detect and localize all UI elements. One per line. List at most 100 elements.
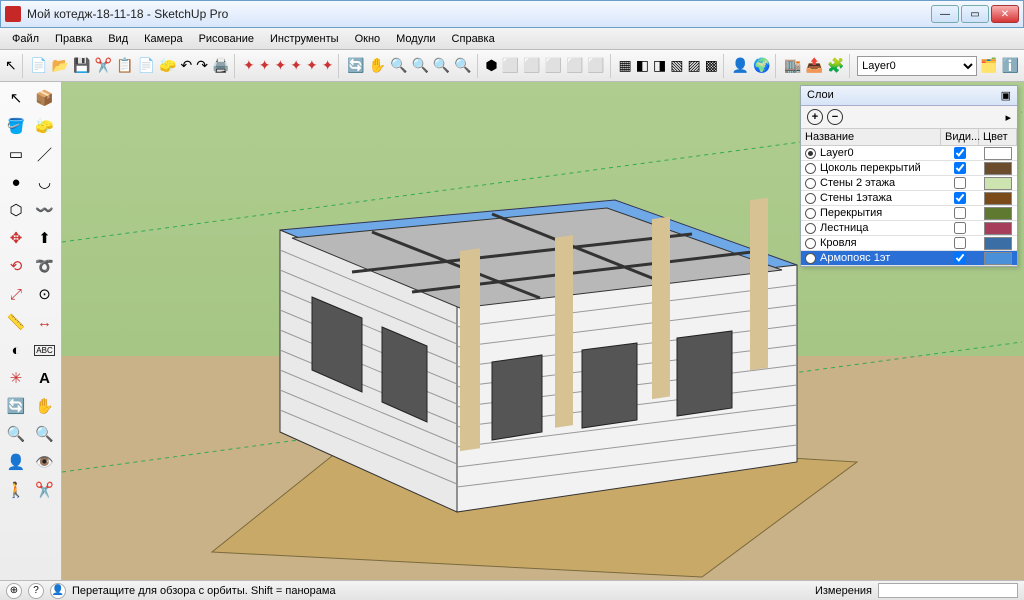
layer-visible-checkbox[interactable] — [954, 237, 966, 249]
axes-icon[interactable]: ✳ — [3, 365, 29, 391]
layer-radio[interactable] — [805, 253, 816, 264]
right-view-icon[interactable]: ⬜ — [544, 54, 563, 78]
undo-icon[interactable]: ↶ — [179, 54, 193, 78]
print-icon[interactable]: 🖨️ — [211, 54, 230, 78]
style-shaded-icon[interactable]: ◨ — [652, 54, 667, 78]
user-icon[interactable]: 👤 — [50, 583, 66, 599]
layer-menu-icon[interactable]: ▸ — [1005, 111, 1011, 124]
polygon-icon[interactable]: ⬡ — [3, 197, 29, 223]
zoom-icon[interactable]: 🔍 — [389, 54, 408, 78]
panel-close-icon[interactable]: ▣ — [1001, 89, 1011, 102]
zoom-window-icon[interactable]: 🔍 — [410, 54, 429, 78]
layers-col-name[interactable]: Название — [801, 129, 941, 145]
copy-icon[interactable]: 📋 — [115, 54, 134, 78]
3dtext-icon[interactable]: A — [32, 365, 58, 391]
orbit-icon[interactable]: 🔄 — [346, 54, 365, 78]
style-wireframe-icon[interactable]: ▦ — [618, 54, 633, 78]
menu-plugins[interactable]: Модули — [390, 31, 441, 47]
line-icon[interactable]: ／ — [32, 141, 58, 167]
shadows-icon[interactable]: 👤 — [731, 54, 750, 78]
back-view-icon[interactable]: ⬜ — [565, 54, 584, 78]
look-around-icon[interactable]: 👁️ — [32, 449, 58, 475]
warehouse-icon[interactable]: 🏬 — [783, 54, 802, 78]
pan-icon[interactable]: ✋ — [368, 54, 387, 78]
layer-dropdown[interactable]: Layer0 — [857, 56, 977, 76]
layer-radio[interactable] — [805, 208, 816, 219]
circle-icon[interactable]: ● — [3, 169, 29, 195]
protractor-icon[interactable]: ◐ — [3, 337, 29, 363]
layer-visible-checkbox[interactable] — [954, 222, 966, 234]
dimension-icon[interactable]: ↔ — [32, 309, 58, 335]
menu-drawing[interactable]: Рисование — [193, 31, 260, 47]
offset-icon[interactable]: ⊙ — [32, 281, 58, 307]
layer-color-swatch[interactable] — [984, 252, 1012, 265]
layer-radio[interactable] — [805, 238, 816, 249]
layer-manager-icon[interactable]: 🗂️ — [979, 54, 998, 78]
3d-viewport[interactable]: Слои ▣ + − ▸ Название Види... Цвет Layer… — [62, 82, 1024, 580]
component-icon-6[interactable]: ✦ — [321, 54, 335, 78]
layer-row[interactable]: Стены 1этажа — [801, 191, 1017, 206]
component-icon-3[interactable]: ✦ — [274, 54, 288, 78]
style-xray-icon[interactable]: ▩ — [704, 54, 719, 78]
earth-icon[interactable]: 🌍 — [752, 54, 771, 78]
next-view-icon[interactable]: 🔍 — [453, 54, 472, 78]
layer-color-swatch[interactable] — [984, 207, 1012, 220]
layer-visible-checkbox[interactable] — [954, 192, 966, 204]
layer-row[interactable]: Армопояс 1эт — [801, 251, 1017, 266]
layers-panel[interactable]: Слои ▣ + − ▸ Название Види... Цвет Layer… — [800, 85, 1018, 267]
cut-icon[interactable]: ✂️ — [94, 54, 113, 78]
followme-icon[interactable]: ➰ — [32, 253, 58, 279]
menu-file[interactable]: Файл — [6, 31, 45, 47]
layer-row[interactable]: Кровля — [801, 236, 1017, 251]
menu-help[interactable]: Справка — [446, 31, 501, 47]
top-view-icon[interactable]: ⬜ — [501, 54, 520, 78]
remove-layer-icon[interactable]: − — [827, 109, 843, 125]
layer-visible-checkbox[interactable] — [954, 147, 966, 159]
style-texture-icon[interactable]: ▧ — [669, 54, 684, 78]
menu-camera[interactable]: Камера — [138, 31, 188, 47]
left-view-icon[interactable]: ⬜ — [586, 54, 605, 78]
layer-color-swatch[interactable] — [984, 222, 1012, 235]
prev-view-icon[interactable]: 🔍 — [432, 54, 451, 78]
layer-radio[interactable] — [805, 178, 816, 189]
pushpull-icon[interactable]: ⬆ — [32, 225, 58, 251]
component-icon-5[interactable]: ✦ — [305, 54, 319, 78]
position-camera-icon[interactable]: 👤 — [3, 449, 29, 475]
layers-col-visible[interactable]: Види... — [941, 129, 979, 145]
iso-view-icon[interactable]: ⬢ — [484, 54, 498, 78]
upload-icon[interactable]: 📤 — [805, 54, 824, 78]
layer-color-swatch[interactable] — [984, 162, 1012, 175]
style-mono-icon[interactable]: ▨ — [686, 54, 701, 78]
rotate-icon[interactable]: ⟲ — [3, 253, 29, 279]
new-file-icon[interactable]: 📄 — [29, 54, 48, 78]
layer-visible-checkbox[interactable] — [954, 162, 966, 174]
text-icon[interactable]: ABC — [32, 337, 58, 363]
open-file-icon[interactable]: 📂 — [51, 54, 70, 78]
move-icon[interactable]: ✥ — [3, 225, 29, 251]
walk-icon[interactable]: 🚶 — [3, 477, 29, 503]
zoom-tool-icon[interactable]: 🔍 — [3, 421, 29, 447]
arc-icon[interactable]: ◡ — [32, 169, 58, 195]
menu-edit[interactable]: Правка — [49, 31, 98, 47]
layer-visible-checkbox[interactable] — [954, 207, 966, 219]
layer-row[interactable]: Цоколь перекрытий — [801, 161, 1017, 176]
layer-color-swatch[interactable] — [984, 192, 1012, 205]
layer-visible-checkbox[interactable] — [954, 177, 966, 189]
layers-col-color[interactable]: Цвет — [979, 129, 1017, 145]
erase-icon[interactable]: 🧽 — [158, 54, 177, 78]
extension-icon[interactable]: 🧩 — [826, 54, 845, 78]
layer-color-swatch[interactable] — [984, 237, 1012, 250]
layer-visible-checkbox[interactable] — [954, 252, 966, 264]
component-make-icon[interactable]: 📦 — [32, 85, 58, 111]
layer-radio[interactable] — [805, 148, 816, 159]
freehand-icon[interactable]: 〰️ — [32, 197, 58, 223]
add-layer-icon[interactable]: + — [807, 109, 823, 125]
eraser-icon[interactable]: 🧽 — [32, 113, 58, 139]
tape-icon[interactable]: 📏 — [3, 309, 29, 335]
layer-radio[interactable] — [805, 223, 816, 234]
paste-icon[interactable]: 📄 — [137, 54, 156, 78]
paint-bucket-icon[interactable]: 🪣 — [3, 113, 29, 139]
layer-radio[interactable] — [805, 193, 816, 204]
orbit-tool-icon[interactable]: 🔄 — [3, 393, 29, 419]
style-hidden-icon[interactable]: ◧ — [635, 54, 650, 78]
